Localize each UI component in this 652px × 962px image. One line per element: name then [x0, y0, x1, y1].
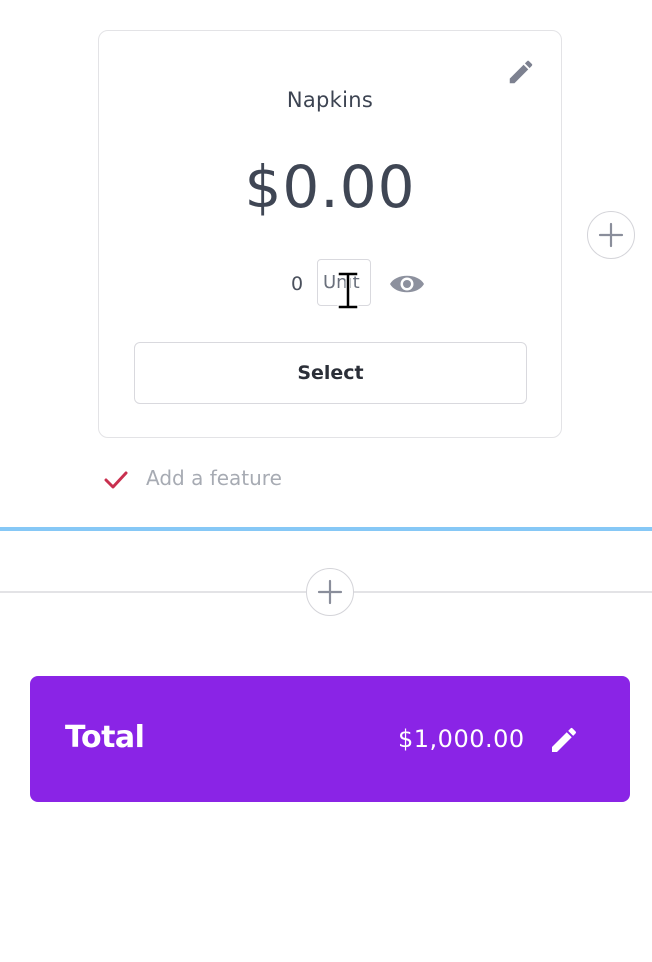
- edit-pricing-card-button[interactable]: [506, 57, 536, 87]
- add-pricing-column-button[interactable]: [587, 211, 635, 259]
- unit-input[interactable]: [317, 259, 371, 306]
- pencil-icon: [552, 727, 577, 752]
- edit-total-button[interactable]: [548, 724, 580, 756]
- select-button[interactable]: Select: [134, 342, 527, 404]
- add-feature-input[interactable]: Add a feature: [146, 466, 282, 490]
- product-price[interactable]: $0.00: [98, 153, 562, 221]
- total-label: Total: [65, 720, 145, 755]
- pricing-editor-page: Napkins $0.00 0 Select Add a feature Tot…: [0, 0, 652, 962]
- section-divider-highlight: [0, 527, 652, 531]
- plus-icon: [317, 579, 343, 605]
- quantity-value[interactable]: 0: [291, 273, 303, 295]
- pencil-icon: [509, 60, 533, 84]
- total-amount[interactable]: $1,000.00: [398, 725, 525, 753]
- product-name[interactable]: Napkins: [98, 88, 562, 112]
- add-section-button[interactable]: [306, 568, 354, 616]
- eye-icon: [390, 275, 424, 293]
- plus-icon: [598, 222, 624, 248]
- toggle-visibility-button[interactable]: [388, 268, 426, 300]
- checkmark-icon: [104, 471, 128, 489]
